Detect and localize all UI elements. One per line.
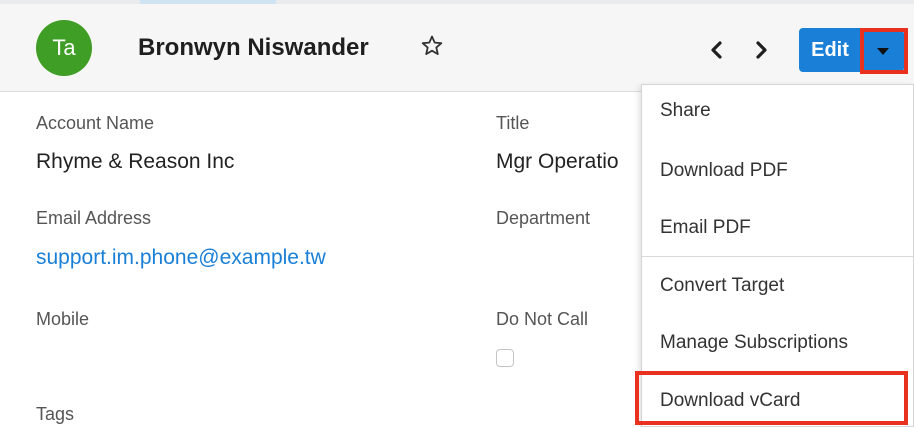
edit-button[interactable]: Edit: [799, 28, 861, 72]
chevron-right-icon: [756, 41, 767, 59]
email-label: Email Address: [36, 208, 152, 228]
menu-item-download-pdf[interactable]: Download PDF: [642, 142, 913, 199]
record-name: Bronwyn Niswander: [138, 34, 369, 61]
tags-label: Tags: [36, 404, 75, 424]
menu-item-convert-target[interactable]: Convert Target: [642, 257, 913, 314]
mobile-label: Mobile: [36, 309, 90, 329]
next-record-button[interactable]: [750, 38, 772, 62]
menu-item-email-pdf[interactable]: Email PDF: [642, 199, 913, 256]
do-not-call-label: Do Not Call: [496, 309, 589, 329]
account-name-value: Rhyme & Reason Inc: [36, 150, 235, 173]
title-value: Mgr Operatio: [496, 150, 619, 173]
title-label: Title: [496, 113, 530, 133]
menu-item-manage-subscriptions[interactable]: Manage Subscriptions: [642, 314, 913, 371]
caret-highlight-box: [860, 28, 908, 74]
record-header: Ta Bronwyn Niswander Edit: [0, 4, 914, 92]
account-name-label: Account Name: [36, 113, 155, 133]
vcard-highlight-box: [635, 371, 908, 425]
previous-record-button[interactable]: [706, 38, 728, 62]
menu-item-share[interactable]: Share: [642, 85, 913, 142]
star-outline-icon[interactable]: [420, 34, 444, 58]
department-label: Department: [496, 208, 591, 228]
avatar: Ta: [36, 20, 92, 76]
email-link[interactable]: support.im.phone@example.tw: [36, 246, 326, 270]
chevron-left-icon: [711, 41, 722, 59]
do-not-call-checkbox[interactable]: [496, 349, 514, 367]
